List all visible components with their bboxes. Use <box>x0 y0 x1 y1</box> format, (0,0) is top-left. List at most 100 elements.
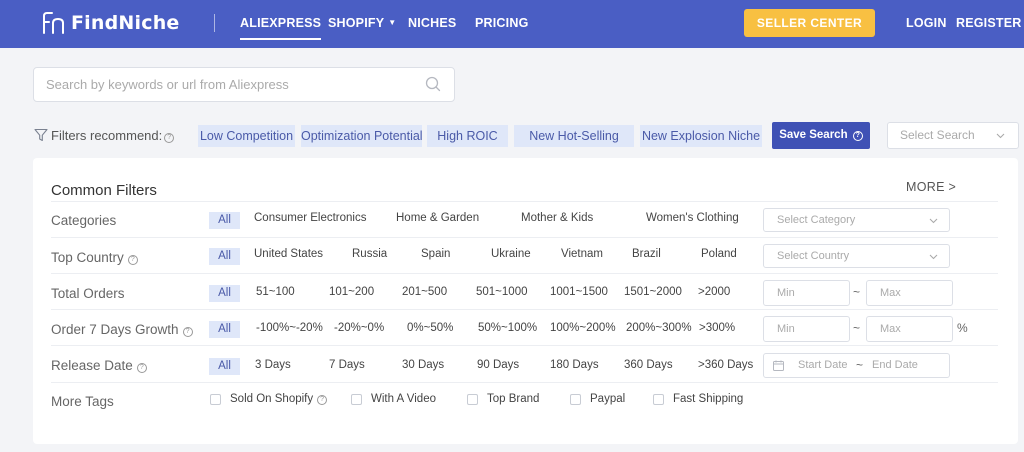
growth-min-input[interactable]: Min <box>763 316 850 342</box>
row-divider <box>51 237 998 238</box>
growth-option[interactable]: 0%~50% <box>407 322 453 334</box>
orders-option[interactable]: 1001~1500 <box>550 286 608 298</box>
more-tags-label: More Tags <box>51 394 114 409</box>
rec-tag-high-roic[interactable]: High ROIC <box>427 125 508 147</box>
end-date-placeholder[interactable]: End Date <box>872 354 918 377</box>
seller-center-button[interactable]: SELLER CENTER <box>744 9 875 37</box>
release-option[interactable]: 90 Days <box>477 359 519 371</box>
growth-option[interactable]: -20%~0% <box>334 322 384 334</box>
checkbox-with-a-video[interactable] <box>351 394 362 405</box>
login-link[interactable]: LOGIN <box>906 16 947 30</box>
help-icon[interactable]: ? <box>182 327 193 337</box>
fast-shipping-label: Fast Shipping <box>673 393 744 405</box>
growth-text: Order 7 Days Growth <box>51 322 179 337</box>
nav-shopify[interactable]: SHOPIFY ▼ <box>328 16 396 30</box>
row-divider <box>51 309 998 310</box>
total-orders-all[interactable]: All <box>209 285 240 302</box>
release-date-all[interactable]: All <box>209 358 240 375</box>
register-link[interactable]: REGISTER <box>956 16 1022 30</box>
select-country-dropdown[interactable]: Select Country <box>763 244 950 268</box>
orders-option[interactable]: 1501~2000 <box>624 286 682 298</box>
select-search-dropdown[interactable]: Select Search <box>887 122 1019 149</box>
more-filters-link[interactable]: MORE > <box>906 180 956 194</box>
release-option[interactable]: >360 Days <box>698 359 753 371</box>
select-category-dropdown[interactable]: Select Category <box>763 208 950 232</box>
save-search-button[interactable]: Save Search ? <box>772 122 870 149</box>
rec-tag-optimization-potential[interactable]: Optimization Potential <box>301 125 423 147</box>
chevron-down-icon <box>929 218 938 224</box>
filter-icon <box>34 128 48 142</box>
growth-option[interactable]: >300% <box>699 322 735 334</box>
country-option[interactable]: Poland <box>701 248 737 260</box>
top-country-all[interactable]: All <box>209 248 240 265</box>
checkbox-paypal[interactable] <box>570 394 581 405</box>
orders-option[interactable]: 201~500 <box>402 286 447 298</box>
category-option[interactable]: Women's Clothing <box>646 212 739 224</box>
save-search-label: Save Search <box>779 129 848 141</box>
logo[interactable]: FindNiche <box>42 12 180 34</box>
orders-option[interactable]: 101~200 <box>329 286 374 298</box>
country-option[interactable]: Ukraine <box>491 248 531 260</box>
release-option[interactable]: 7 Days <box>329 359 365 371</box>
row-divider <box>51 201 998 202</box>
nav-niches[interactable]: NICHES <box>408 16 456 30</box>
rec-tag-new-explosion-niche[interactable]: New Explosion Niche <box>640 125 762 147</box>
search-icon[interactable] <box>425 76 441 92</box>
category-option[interactable]: Mother & Kids <box>521 212 593 224</box>
range-separator: ~ <box>853 285 861 299</box>
top-country-text: Top Country <box>51 250 124 265</box>
release-option[interactable]: 360 Days <box>624 359 673 371</box>
category-option[interactable]: Consumer Electronics <box>254 212 366 224</box>
release-option[interactable]: 30 Days <box>402 359 444 371</box>
chevron-down-icon <box>996 133 1005 139</box>
orders-min-input[interactable]: Min <box>763 280 850 306</box>
category-option[interactable]: Home & Garden <box>396 212 479 224</box>
search-input[interactable] <box>46 68 416 101</box>
checkbox-fast-shipping[interactable] <box>653 394 664 405</box>
orders-option[interactable]: 501~1000 <box>476 286 528 298</box>
caret-down-icon: ▼ <box>388 18 397 27</box>
help-icon[interactable]: ? <box>136 363 147 373</box>
country-option[interactable]: Brazil <box>632 248 661 260</box>
checkbox-sold-on-shopify[interactable] <box>210 394 221 405</box>
percent-unit: % <box>957 321 968 335</box>
country-option[interactable]: Spain <box>421 248 450 260</box>
row-divider <box>51 345 998 346</box>
help-icon[interactable]: ? <box>164 133 175 143</box>
help-icon[interactable]: ? <box>127 255 138 265</box>
growth-option[interactable]: 50%~100% <box>478 322 537 334</box>
growth-option[interactable]: 200%~300% <box>626 322 692 334</box>
country-option[interactable]: United States <box>254 248 323 260</box>
country-option[interactable]: Vietnam <box>561 248 603 260</box>
select-country-placeholder: Select Country <box>777 250 850 262</box>
total-orders-label: Total Orders <box>51 286 125 301</box>
orders-max-input[interactable]: Max <box>866 280 953 306</box>
filters-recommend-label: Filters recommend:? <box>51 128 175 143</box>
release-option[interactable]: 180 Days <box>550 359 599 371</box>
help-icon[interactable]: ? <box>317 395 328 405</box>
rec-tag-new-hot-selling[interactable]: New Hot-Selling <box>514 125 634 147</box>
growth-max-input[interactable]: Max <box>866 316 953 342</box>
calendar-icon <box>773 360 784 371</box>
top-nav: FindNiche ALIEXPRESS SHOPIFY ▼ NICHES PRI… <box>0 0 1024 48</box>
nav-aliexpress[interactable]: ALIEXPRESS <box>240 16 322 40</box>
categories-all[interactable]: All <box>209 212 240 229</box>
range-separator: ~ <box>856 358 864 372</box>
date-range-picker[interactable]: Start Date ~ End Date <box>763 353 950 378</box>
release-date-label: Release Date? <box>51 358 147 373</box>
sold-on-shopify-label: Sold On Shopify? <box>230 393 328 405</box>
nav-pricing[interactable]: PRICING <box>475 16 529 30</box>
start-date-placeholder[interactable]: Start Date <box>798 354 848 377</box>
release-option[interactable]: 3 Days <box>255 359 291 371</box>
top-country-label: Top Country? <box>51 250 138 265</box>
checkbox-top-brand[interactable] <box>467 394 478 405</box>
paypal-label: Paypal <box>590 393 626 405</box>
orders-option[interactable]: 51~100 <box>256 286 295 298</box>
brand-name: FindNiche <box>71 12 180 34</box>
growth-option[interactable]: 100%~200% <box>550 322 616 334</box>
rec-tag-low-competition[interactable]: Low Competition <box>198 125 295 147</box>
growth-all[interactable]: All <box>209 321 240 338</box>
orders-option[interactable]: >2000 <box>698 286 730 298</box>
growth-option[interactable]: -100%~-20% <box>256 322 323 334</box>
country-option[interactable]: Russia <box>352 248 387 260</box>
